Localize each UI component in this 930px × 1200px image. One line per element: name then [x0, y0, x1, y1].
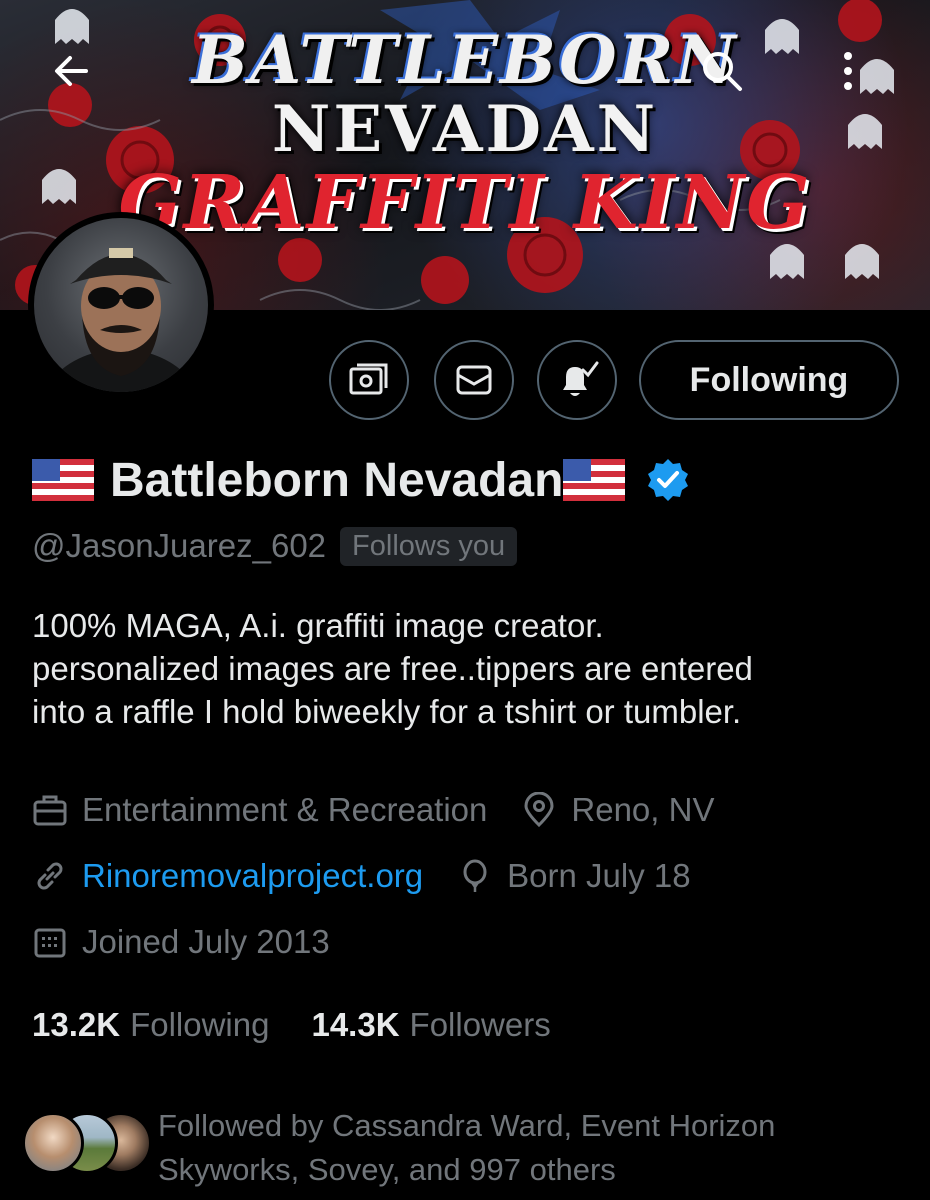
- meta-row-website-birthday: Rinoremovalproject.org Born July 18: [32, 852, 691, 900]
- avatar-photo: [34, 218, 208, 392]
- search-button[interactable]: [696, 45, 748, 97]
- tip-button[interactable]: [329, 340, 409, 420]
- message-button[interactable]: [434, 340, 514, 420]
- profile-website-link[interactable]: Rinoremovalproject.org: [82, 857, 423, 895]
- more-vertical-icon: [844, 52, 852, 90]
- profile-bio: 100% MAGA, A.i. graffiti image creator. …: [32, 604, 912, 733]
- bio-line: personalized images are free..tippers ar…: [32, 650, 753, 687]
- bio-line: into a raffle I hold biweekly for a tshi…: [32, 693, 742, 730]
- followed-by-section[interactable]: Followed by Cassandra Ward, Event Horizo…: [22, 1104, 878, 1192]
- followed-by-line: Followed by Cassandra Ward, Event Horizo…: [158, 1108, 776, 1143]
- verified-badge-icon[interactable]: [645, 457, 691, 503]
- envelope-icon: [456, 365, 492, 395]
- meta-row-joined: Joined July 2013: [32, 918, 330, 966]
- bio-line: 100% MAGA, A.i. graffiti image creator.: [32, 607, 604, 644]
- user-handle: @JasonJuarez_602: [32, 527, 327, 564]
- followers-stat-link[interactable]: 14.3K Followers: [311, 1006, 550, 1044]
- banner-logo-line2: NEVADAN: [271, 92, 659, 167]
- following-count: 13.2K: [32, 1006, 121, 1043]
- profile-avatar[interactable]: [28, 212, 214, 398]
- bell-check-icon: [563, 361, 599, 396]
- us-flag-icon: [32, 459, 94, 501]
- follows-you-badge: Follows you: [340, 526, 518, 566]
- link-icon: [32, 858, 68, 894]
- followers-label: Followers: [409, 1006, 551, 1043]
- profile-joined-date: Joined July 2013: [82, 923, 330, 960]
- handle-row: @JasonJuarez_602 Follows you: [32, 522, 518, 570]
- following-stat-link[interactable]: 13.2K Following: [32, 1006, 269, 1044]
- follow-stats: 13.2K Following 14.3K Followers: [32, 1002, 551, 1048]
- back-button[interactable]: [46, 45, 98, 97]
- display-name: Battleborn Nevadan: [110, 453, 564, 507]
- followers-count: 14.3K: [311, 1006, 400, 1043]
- more-options-button[interactable]: [822, 45, 874, 97]
- notifications-button[interactable]: [537, 340, 617, 420]
- briefcase-icon: [32, 792, 68, 828]
- following-button[interactable]: Following: [639, 340, 899, 420]
- mutual-followers-avatars: [22, 1112, 152, 1182]
- profile-category: Entertainment & Recreation: [82, 791, 488, 828]
- money-icon: [349, 363, 388, 395]
- balloon-icon: [457, 858, 493, 894]
- following-label: Following: [130, 1006, 270, 1043]
- banner-logo-line1: BATTLEBORN: [192, 21, 738, 99]
- banner-logo: BATTLEBORN NEVADAN GRAFFITI KING: [0, 21, 930, 240]
- profile-birthday: Born July 18: [507, 857, 691, 894]
- us-flag-icon: [563, 459, 626, 501]
- search-icon: [703, 52, 742, 91]
- display-name-row: Battleborn Nevadan: [32, 450, 691, 510]
- calendar-icon: [32, 924, 68, 960]
- followed-by-line: Skyworks, Sovey, and 997 others: [158, 1152, 616, 1187]
- profile-location: Reno, NV: [571, 791, 715, 828]
- avatar: [22, 1112, 84, 1174]
- meta-row-category-location: Entertainment & Recreation Reno, NV: [32, 786, 714, 834]
- followed-by-text: Followed by Cassandra Ward, Event Horizo…: [158, 1104, 878, 1192]
- arrow-left-icon: [55, 56, 88, 86]
- location-pin-icon: [521, 792, 557, 828]
